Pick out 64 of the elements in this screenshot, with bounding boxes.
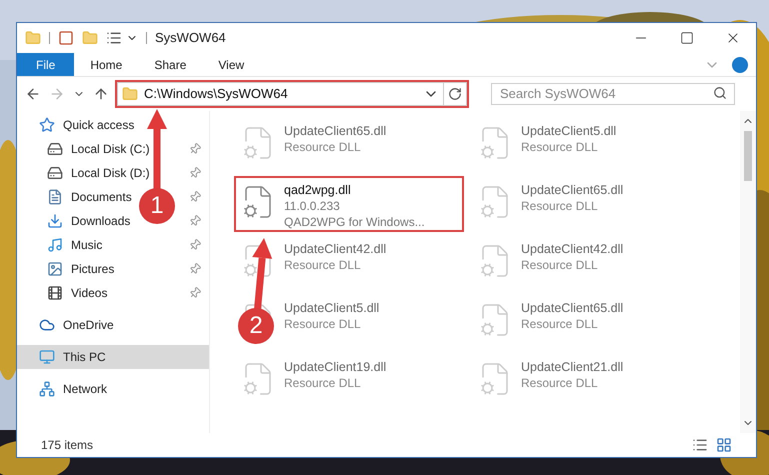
window-title: SysWOW64 (155, 29, 226, 48)
download-icon (47, 213, 63, 229)
sidebar-item[interactable]: Local Disk (C:) (71, 140, 150, 158)
file-detail: Resource DLL (521, 257, 599, 273)
film-icon (47, 285, 63, 301)
back-button[interactable] (25, 86, 41, 102)
search-icon (713, 86, 727, 100)
sidebar-item[interactable]: Music (71, 236, 102, 254)
file-name[interactable]: UpdateClient21.dll (521, 359, 624, 375)
sidebar-item[interactable]: This PC (63, 348, 106, 366)
sidebar-item[interactable]: Quick access (63, 116, 134, 134)
sidebar-item[interactable]: Network (63, 380, 108, 398)
sidebar-item[interactable]: Downloads (71, 212, 130, 230)
address-path: C:\Windows\SysWOW64 (144, 85, 289, 104)
cloud-icon (39, 317, 55, 333)
file-name[interactable]: UpdateClient65.dll (521, 300, 624, 316)
scrollbar[interactable] (740, 111, 756, 433)
tiles-view-button[interactable] (716, 437, 732, 453)
file-name[interactable]: UpdateClient42.dll (521, 241, 624, 257)
folder-icon (122, 86, 138, 102)
file-name[interactable]: UpdateClient65.dll (521, 182, 624, 198)
refresh-icon[interactable] (448, 87, 462, 101)
forward-button[interactable] (49, 86, 65, 102)
item-count: 175 items (41, 437, 94, 454)
monitor-icon (39, 349, 55, 365)
file-item[interactable]: qad2wpg.dll 11.0.0.233 QAD2WPG for Windows... (236, 178, 462, 230)
ribbon-tab[interactable]: View (202, 53, 260, 76)
file-name[interactable]: UpdateClient42.dll (284, 241, 386, 257)
file-name[interactable]: UpdateClient65.dll (284, 123, 386, 139)
sidebar-item[interactable]: Local Disk (D:) (71, 164, 150, 182)
drive-icon (47, 141, 63, 157)
file-name[interactable]: UpdateClient5.dll (521, 123, 616, 139)
address-field[interactable]: C:\Windows\SysWOW64 (117, 82, 467, 106)
ribbon-tab[interactable]: Home (74, 53, 138, 76)
sidebar-item[interactable]: Documents (71, 188, 132, 206)
file-name[interactable]: UpdateClient19.dll (284, 359, 386, 375)
sidebar-item[interactable]: Pictures (71, 260, 114, 278)
file-name[interactable]: UpdateClient5.dll (284, 300, 380, 316)
image-icon (47, 261, 63, 277)
file-detail: Resource DLL (284, 257, 362, 273)
network-icon (39, 381, 55, 397)
view-icon[interactable] (106, 30, 122, 46)
file-detail: Resource DLL (284, 375, 362, 391)
file-detail: Resource DLL (284, 316, 362, 332)
ribbon-tab[interactable]: Share (138, 53, 202, 76)
document-icon (47, 189, 63, 205)
star-icon (39, 117, 55, 133)
search-field[interactable]: Search SysWOW64 (491, 82, 735, 104)
file-detail: Resource DLL (521, 198, 599, 214)
file-detail: Resource DLL (521, 139, 599, 155)
music-note-icon (47, 237, 63, 253)
sidebar-item[interactable]: OneDrive (63, 316, 114, 334)
selected-row[interactable]: This PC (17, 345, 209, 369)
file-detail: QAD2WPG for Windows... (284, 214, 425, 230)
details-view-button[interactable] (692, 437, 708, 453)
file-detail: 11.0.0.233 (284, 198, 341, 214)
drive-icon (47, 165, 63, 181)
up-button[interactable] (93, 86, 109, 102)
file-name: qad2wpg.dll (284, 182, 352, 198)
file-detail: Resource DLL (521, 316, 599, 332)
file-detail: Resource DLL (521, 375, 599, 391)
file-detail: Resource DLL (284, 139, 362, 155)
scroll-thumb[interactable] (744, 131, 752, 181)
sidebar-item[interactable]: Videos (71, 284, 108, 302)
